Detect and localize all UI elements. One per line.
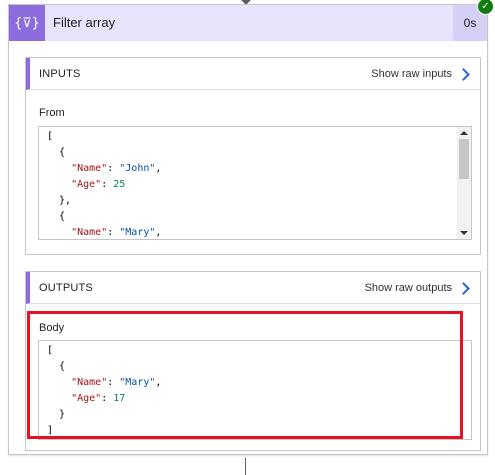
code-line: { [47, 147, 66, 158]
code-line: "Age": 25 [71, 179, 126, 190]
chevron-right-icon[interactable] [457, 68, 470, 81]
code-line: { [47, 211, 66, 222]
inputs-title: INPUTS [39, 68, 81, 80]
from-code-box[interactable]: [ { "Name": "John", "Age": 25 }, { "Name… [38, 126, 472, 240]
highlight-box [27, 311, 463, 439]
outputs-title: OUTPUTS [39, 282, 93, 294]
scroll-thumb[interactable] [459, 139, 469, 179]
outputs-header: OUTPUTS Show raw outputs [26, 272, 480, 304]
card-header[interactable]: {⊽} Filter array 0s ✓ [9, 0, 494, 41]
code-line: [ [47, 131, 54, 142]
show-raw-inputs-link[interactable]: Show raw inputs [371, 68, 452, 80]
scroll-down-arrow-icon[interactable] [460, 231, 468, 235]
code-line: }, [47, 195, 72, 206]
code-line: "Name": "John", [71, 163, 162, 174]
inputs-header: INPUTS Show raw inputs [26, 58, 480, 90]
chevron-right-icon[interactable] [457, 282, 470, 295]
code-line: "Name": "Mary", [71, 227, 162, 238]
code-scrollbar[interactable] [457, 127, 471, 239]
connector-line [245, 458, 246, 475]
action-title: Filter array [53, 15, 116, 30]
inputs-section: INPUTS Show raw inputs From [ { "Name": … [25, 57, 481, 255]
scroll-up-arrow-icon[interactable] [460, 131, 468, 135]
filter-array-icon: {⊽} [9, 5, 45, 41]
success-check-icon: ✓ [477, 0, 494, 15]
from-label: From [39, 107, 65, 119]
show-raw-outputs-link[interactable]: Show raw outputs [365, 282, 452, 294]
